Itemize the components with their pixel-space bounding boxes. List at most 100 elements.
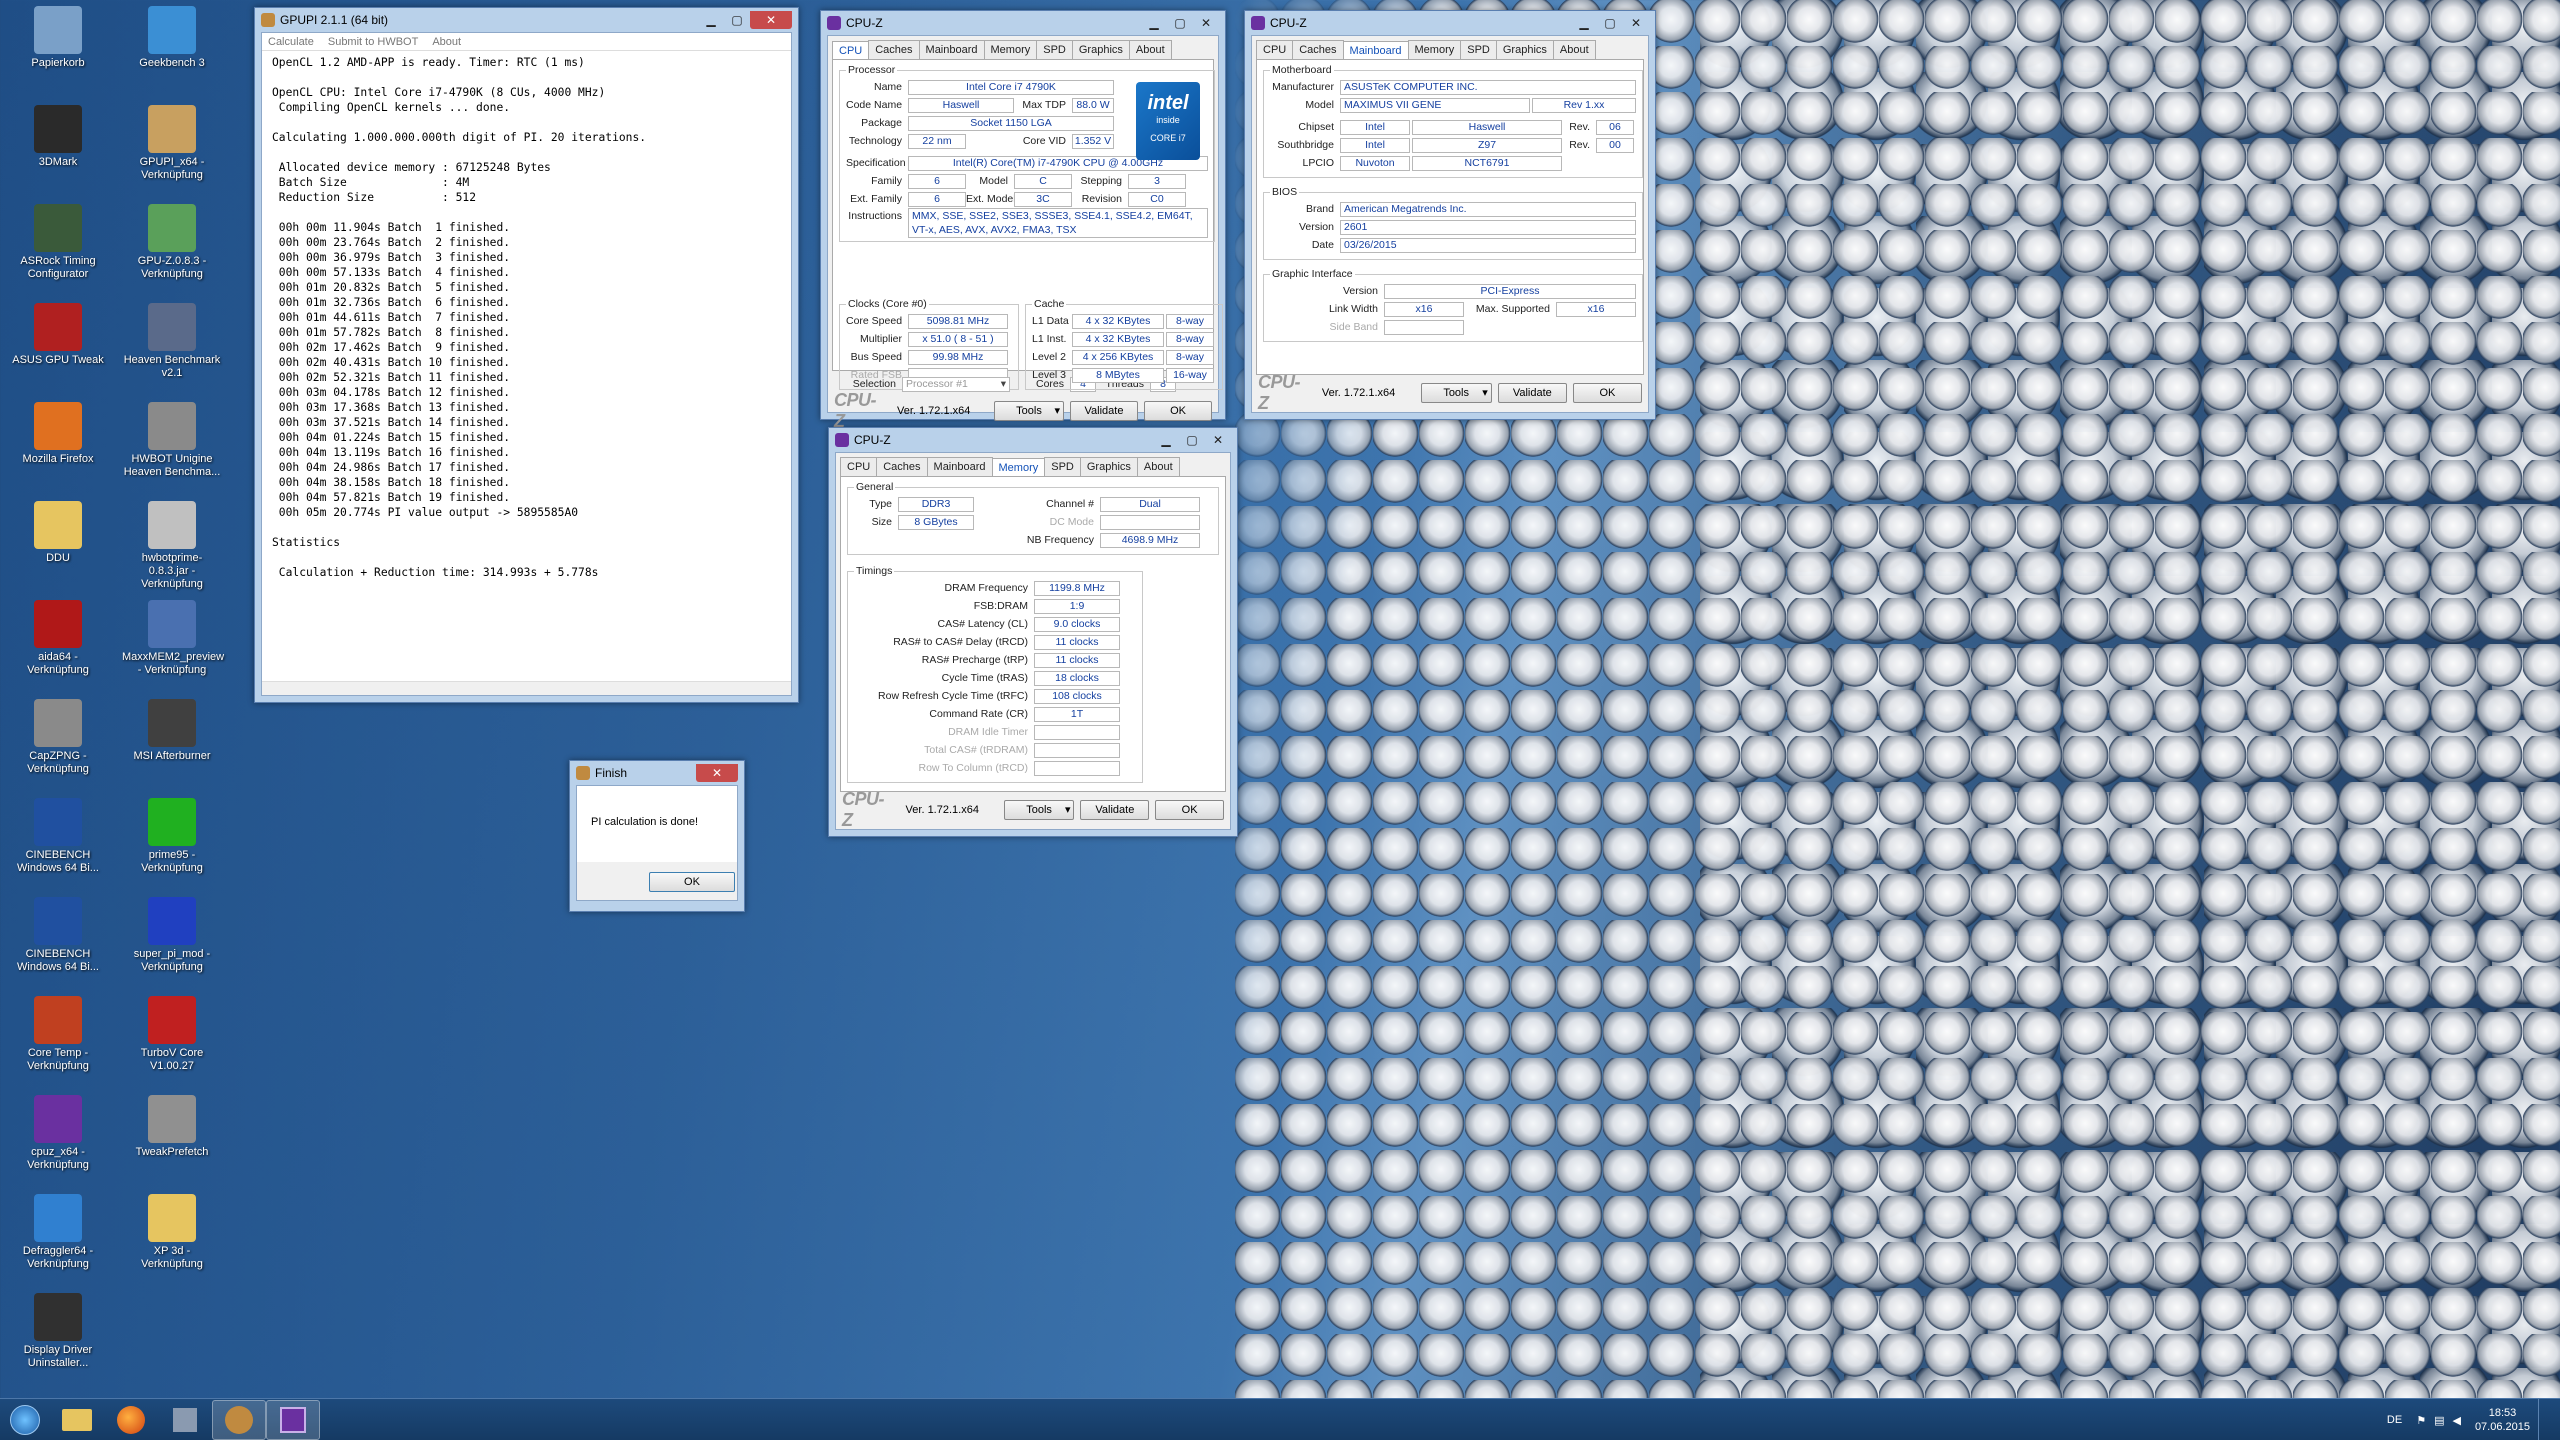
tab-cpu[interactable]: CPU xyxy=(840,457,878,476)
cpuz-memory-window[interactable]: CPU-Z ▁ ▢ ✕ CPU Caches Mainboard Memory … xyxy=(828,427,1238,837)
taskbar-gpupi[interactable] xyxy=(212,1399,266,1440)
desktop-icon[interactable]: GPU-Z.0.8.3 - Verknüpfung xyxy=(122,204,222,281)
desktop-icon[interactable]: aida64 - Verknüpfung xyxy=(8,600,108,677)
cpuz-mem-titlebar[interactable]: CPU-Z ▁ ▢ ✕ xyxy=(835,428,1231,452)
ok-button[interactable]: OK xyxy=(1572,383,1642,403)
desktop-icon[interactable]: Papierkorb xyxy=(8,6,108,70)
tab-spd[interactable]: SPD xyxy=(1460,40,1497,59)
processor-select[interactable]: Processor #1 ▾ xyxy=(902,376,1010,392)
maximize-button[interactable]: ▢ xyxy=(724,11,750,29)
tab-graphics[interactable]: Graphics xyxy=(1079,457,1138,476)
tray-network-icon[interactable]: ▤ xyxy=(2434,1414,2444,1427)
taskbar-cpuz[interactable] xyxy=(266,1399,320,1440)
tab-caches[interactable]: Caches xyxy=(868,40,920,59)
tab-graphics[interactable]: Graphics xyxy=(1071,40,1130,59)
desktop-icon[interactable]: HWBOT Unigine Heaven Benchma... xyxy=(122,402,222,479)
menu-calculate[interactable]: Calculate xyxy=(268,36,314,48)
tab-about[interactable]: About xyxy=(1128,40,1172,59)
desktop-icon[interactable]: prime95 - Verknüpfung xyxy=(122,798,222,875)
maximize-button[interactable]: ▢ xyxy=(1597,14,1623,32)
taskbar-app[interactable] xyxy=(158,1400,212,1440)
tab-caches[interactable]: Caches xyxy=(876,457,928,476)
finish-dialog[interactable]: Finish ✕ PI calculation is done! OK xyxy=(569,760,745,912)
tab-caches[interactable]: Caches xyxy=(1292,40,1344,59)
desktop-icon[interactable]: Heaven Benchmark v2.1 xyxy=(122,303,222,380)
minimize-button[interactable]: ▁ xyxy=(1153,431,1179,449)
tray-flag-icon[interactable]: ⚑ xyxy=(2416,1414,2426,1427)
finish-titlebar[interactable]: Finish ✕ xyxy=(576,761,738,785)
tab-memory[interactable]: Memory xyxy=(991,458,1046,477)
start-button[interactable] xyxy=(0,1400,50,1440)
tray-volume-icon[interactable]: ◀ xyxy=(2452,1414,2460,1427)
desktop-icon[interactable]: DDU xyxy=(8,501,108,565)
tab-spd[interactable]: SPD xyxy=(1044,457,1081,476)
close-button[interactable]: ✕ xyxy=(1623,14,1649,32)
desktop-icon[interactable]: XP 3d - Verknüpfung xyxy=(122,1194,222,1271)
desktop-icon[interactable]: Geekbench 3 xyxy=(122,6,222,70)
desktop-icon[interactable]: ASRock Timing Configurator xyxy=(8,204,108,281)
menu-submit-hwbot[interactable]: Submit to HWBOT xyxy=(328,36,418,48)
desktop-icon[interactable]: CINEBENCH Windows 64 Bi... xyxy=(8,798,108,875)
tab-cpu[interactable]: CPU xyxy=(832,41,870,60)
desktop-icon[interactable]: TurboV Core V1.00.27 xyxy=(122,996,222,1073)
validate-button[interactable]: Validate xyxy=(1070,401,1139,421)
ok-button[interactable]: OK xyxy=(1144,401,1213,421)
desktop-icon[interactable]: MSI Afterburner xyxy=(122,699,222,763)
tab-about[interactable]: About xyxy=(1136,457,1180,476)
desktop-icon[interactable]: CapZPNG - Verknüpfung xyxy=(8,699,108,776)
validate-button[interactable]: Validate xyxy=(1080,800,1150,820)
desktop-icon[interactable]: TweakPrefetch xyxy=(122,1095,222,1159)
maximize-button[interactable]: ▢ xyxy=(1167,14,1193,32)
minimize-button[interactable]: ▁ xyxy=(1571,14,1597,32)
desktop-icon[interactable]: Mozilla Firefox xyxy=(8,402,108,466)
close-button[interactable]: ✕ xyxy=(1193,14,1219,32)
console-hscrollbar[interactable] xyxy=(262,681,791,695)
desktop-icon[interactable]: ASUS GPU Tweak xyxy=(8,303,108,367)
tools-button[interactable]: Tools ▾ xyxy=(1003,800,1075,820)
tools-button[interactable]: Tools ▾ xyxy=(1420,383,1492,403)
minimize-button[interactable]: ▁ xyxy=(1141,14,1167,32)
tab-memory[interactable]: Memory xyxy=(1407,40,1462,59)
desktop-icon[interactable]: super_pi_mod - Verknüpfung xyxy=(122,897,222,974)
minimize-button[interactable]: ▁ xyxy=(698,11,724,29)
tab-mainboard[interactable]: Mainboard xyxy=(918,40,985,59)
maximize-button[interactable]: ▢ xyxy=(1179,431,1205,449)
clock[interactable]: 18:53 07.06.2015 xyxy=(2475,1406,2530,1434)
cpuz-cpu-window[interactable]: CPU-Z ▁ ▢ ✕ CPU Caches Mainboard Memory … xyxy=(820,10,1226,431)
cpuz-mb-titlebar[interactable]: CPU-Z ▁ ▢ ✕ xyxy=(1251,11,1649,35)
tab-graphics[interactable]: Graphics xyxy=(1495,40,1554,59)
finish-ok-button[interactable]: OK xyxy=(649,872,735,892)
desktop-icon[interactable]: MaxxMEM2_preview - Verknüpfung xyxy=(122,600,224,677)
desktop-icon[interactable]: 3DMark xyxy=(8,105,108,169)
taskbar-explorer[interactable] xyxy=(50,1400,104,1440)
multiplier-value: x 51.0 ( 8 - 51 ) xyxy=(908,331,1008,347)
cpuz-bottom-bar: CPU-Z Ver. 1.72.1.x64 Tools ▾ Validate OK xyxy=(1252,372,1648,413)
validate-button[interactable]: Validate xyxy=(1497,383,1567,403)
gpupi-titlebar[interactable]: GPUPI 2.1.1 (64 bit) ▁ ▢ ✕ xyxy=(261,8,792,32)
tab-mainboard[interactable]: Mainboard xyxy=(926,457,993,476)
desktop-icon[interactable]: cpuz_x64 - Verknüpfung xyxy=(8,1095,108,1172)
tab-spd[interactable]: SPD xyxy=(1036,40,1073,59)
cpuz-cpu-titlebar[interactable]: CPU-Z ▁ ▢ ✕ xyxy=(827,11,1219,35)
ok-button[interactable]: OK xyxy=(1155,800,1224,820)
desktop-icon[interactable]: Core Temp - Verknüpfung xyxy=(8,996,108,1073)
desktop-icon[interactable]: CINEBENCH Windows 64 Bi... xyxy=(8,897,108,974)
taskbar-firefox[interactable] xyxy=(104,1400,158,1440)
tab-about[interactable]: About xyxy=(1552,40,1596,59)
gpupi-window[interactable]: GPUPI 2.1.1 (64 bit) ▁ ▢ ✕ Calculate Sub… xyxy=(254,7,799,703)
desktop-icon[interactable]: GPUPI_x64 - Verknüpfung xyxy=(122,105,222,182)
close-button[interactable]: ✕ xyxy=(1205,431,1231,449)
tools-button[interactable]: Tools ▾ xyxy=(994,401,1064,421)
finish-close-button[interactable]: ✕ xyxy=(696,764,738,782)
menu-about[interactable]: About xyxy=(432,36,461,48)
tab-memory[interactable]: Memory xyxy=(983,40,1038,59)
cpuz-mainboard-window[interactable]: CPU-Z ▁ ▢ ✕ CPU Caches Mainboard Memory … xyxy=(1244,10,1656,420)
show-desktop-button[interactable] xyxy=(2538,1399,2550,1440)
language-indicator[interactable]: DE xyxy=(2387,1414,2402,1426)
tab-cpu[interactable]: CPU xyxy=(1256,40,1294,59)
desktop-icon[interactable]: hwbotprime-0.8.3.jar - Verknüpfung xyxy=(122,501,222,591)
desktop-icon[interactable]: Display Driver Uninstaller... xyxy=(8,1293,108,1370)
desktop-icon[interactable]: Defraggler64 - Verknüpfung xyxy=(8,1194,108,1271)
tab-mainboard[interactable]: Mainboard xyxy=(1342,41,1409,60)
close-button[interactable]: ✕ xyxy=(750,11,792,29)
